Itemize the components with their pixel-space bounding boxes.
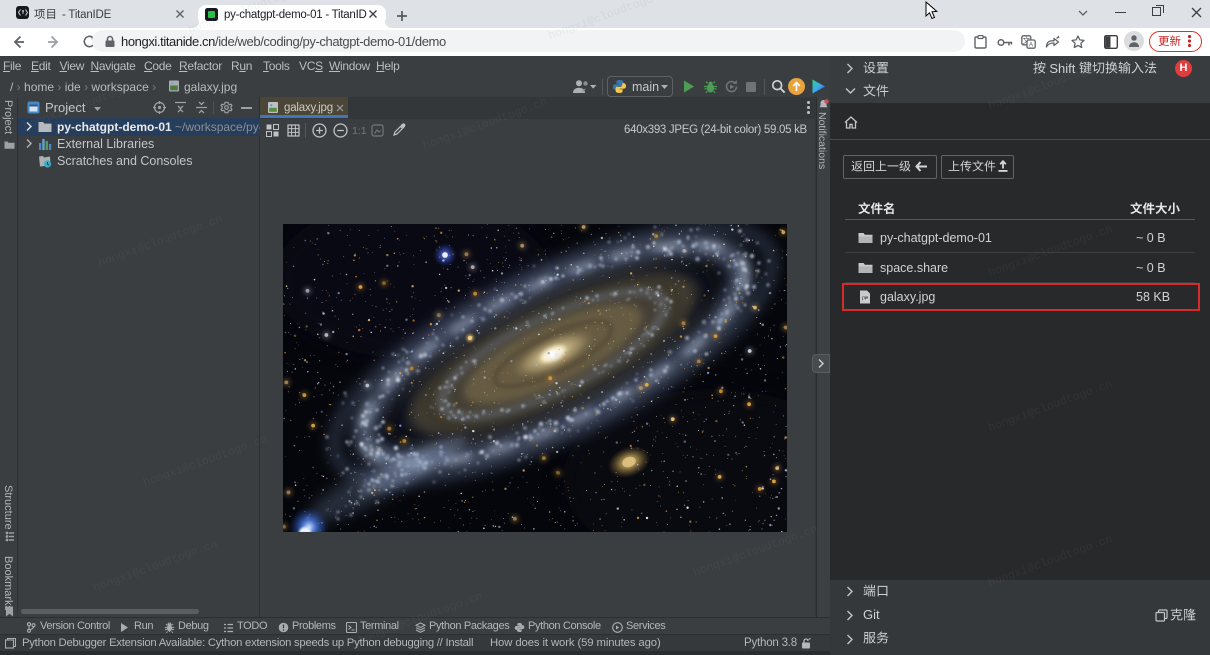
svg-text:A: A — [1029, 42, 1034, 49]
